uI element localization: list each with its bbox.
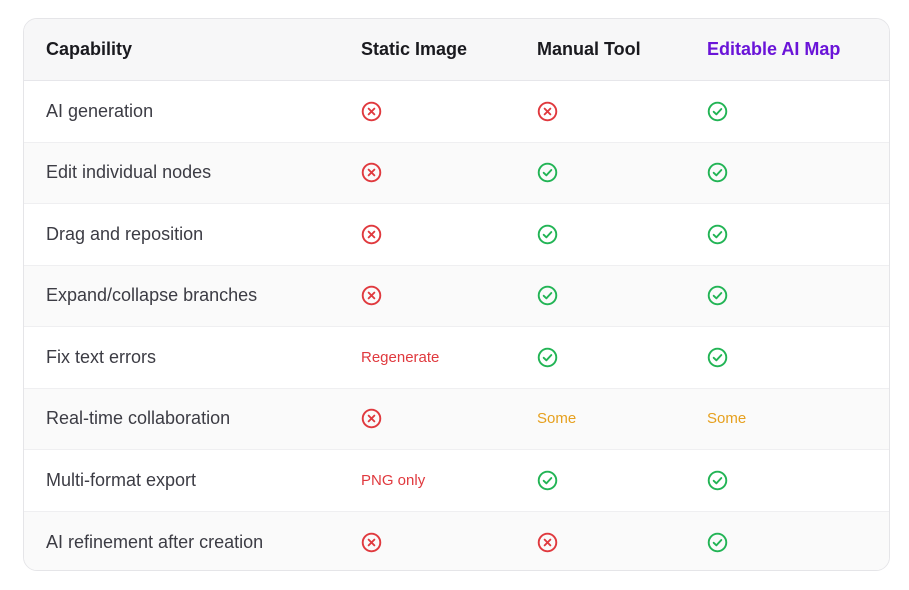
check-circle-icon [537, 162, 558, 183]
capability-label: Real-time collaboration [46, 408, 231, 429]
status-text: Some [537, 410, 577, 428]
table-row: Fix text errors Regenerate [24, 327, 889, 389]
capability-label: Edit individual nodes [46, 162, 212, 183]
x-circle-icon [361, 532, 382, 553]
capability-label: Expand/collapse branches [46, 285, 258, 306]
check-circle-icon [537, 224, 558, 245]
table-body: AI generation Edit individual nodes Drag a… [24, 81, 889, 570]
capability-label: Drag and reposition [46, 223, 204, 244]
table-row: Multi-format export PNG only [24, 450, 889, 512]
table-row: Real-time collaboration Some Some [24, 388, 889, 450]
check-circle-icon [707, 347, 728, 368]
x-circle-icon [537, 101, 558, 122]
header-editable-ai-map: Editable AI Map [707, 39, 841, 59]
check-circle-icon [707, 101, 728, 122]
check-circle-icon [537, 347, 558, 368]
table-row: AI generation [24, 81, 889, 143]
capability-label: Fix text errors [46, 346, 157, 367]
check-circle-icon [707, 532, 728, 553]
table-row: Edit individual nodes [24, 142, 889, 204]
status-text: Some [707, 410, 747, 428]
capability-label: Multi-format export [46, 469, 197, 490]
table-row: AI refinement after creation [24, 511, 889, 570]
check-circle-icon [707, 224, 728, 245]
x-circle-icon [361, 162, 382, 183]
check-circle-icon [537, 470, 558, 491]
x-circle-icon [361, 408, 382, 429]
capability-label: AI generation [46, 100, 154, 121]
x-circle-icon [537, 532, 558, 553]
x-circle-icon [361, 224, 382, 245]
check-circle-icon [707, 285, 728, 306]
header-manual-tool: Manual Tool [537, 39, 641, 59]
table-row: Expand/collapse branches [24, 265, 889, 327]
status-text: PNG only [361, 471, 426, 489]
header-capability: Capability [46, 39, 133, 59]
check-circle-icon [707, 162, 728, 183]
x-circle-icon [361, 285, 382, 306]
table-header-row: Capability Static Image Manual Tool Edit… [24, 19, 889, 81]
status-text: Regenerate [361, 348, 440, 366]
capability-label: AI refinement after creation [46, 531, 264, 552]
check-circle-icon [537, 285, 558, 306]
comparison-table: Capability Static Image Manual Tool Edit… [23, 18, 890, 571]
x-circle-icon [361, 101, 382, 122]
header-static-image: Static Image [361, 39, 468, 59]
table-row: Drag and reposition [24, 204, 889, 266]
check-circle-icon [707, 470, 728, 491]
